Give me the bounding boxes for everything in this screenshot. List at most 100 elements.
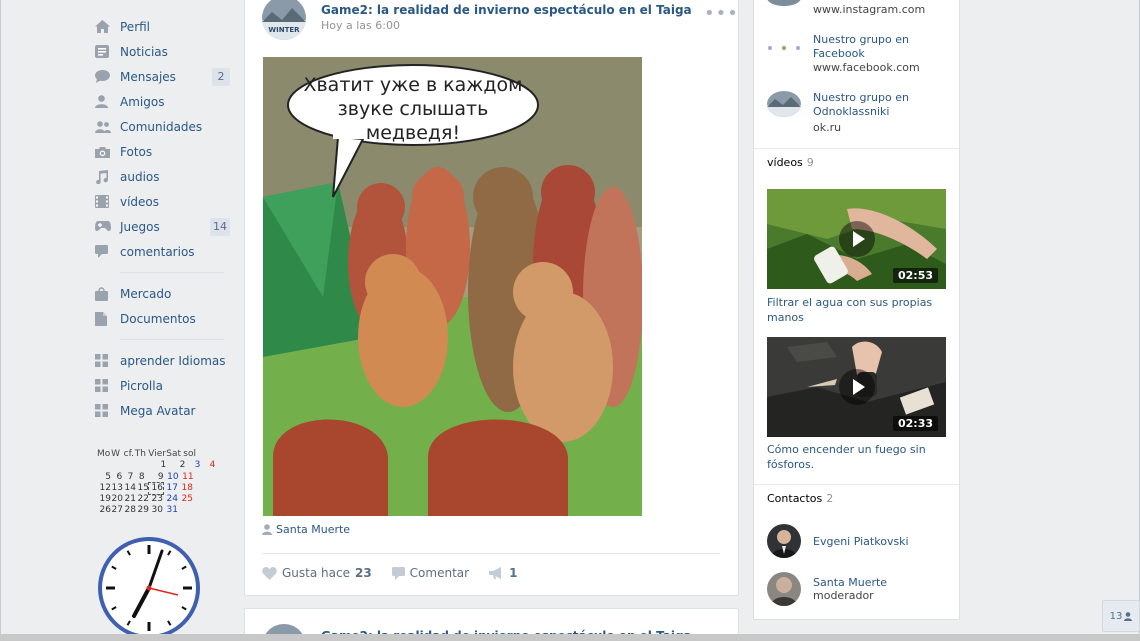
sidebar-item-aprender-idiomas[interactable]: aprender Idiomas	[88, 348, 238, 373]
calendar-day[interactable]: 28	[123, 505, 136, 516]
calendar-day[interactable]: 24	[163, 494, 178, 505]
calendar-day[interactable]: 6	[111, 472, 122, 483]
calendar-day[interactable]: 12	[97, 483, 111, 494]
odnoklassniki-link-title[interactable]: Nuestro grupo en Odnoklassniki	[813, 91, 943, 119]
calendar-day[interactable]: 4	[200, 460, 216, 471]
analog-clock	[98, 537, 200, 639]
post-timestamp[interactable]: Hoy a las 6:00	[321, 19, 400, 32]
like-button[interactable]: Gusta hace 23	[262, 566, 372, 580]
contact-avatar[interactable]	[767, 524, 801, 558]
calendar-week: 1 2 3 4	[97, 460, 215, 471]
calendar-day[interactable]: 30	[149, 505, 163, 516]
calendar-week: 12 13 14 15 16 17 18	[97, 481, 215, 496]
comment-label: Comentar	[409, 566, 470, 580]
videos-count: 9	[806, 156, 814, 169]
calendar-day[interactable]: 11	[179, 472, 193, 483]
sidebar-item-perfil[interactable]: Perfil	[88, 14, 238, 39]
calendar-day[interactable]: 26	[97, 505, 111, 516]
calendar-day[interactable]: 21	[123, 494, 136, 505]
odnoklassniki-link-image[interactable]	[767, 91, 801, 117]
right-column-divider	[753, 484, 960, 485]
sidebar-item-videos[interactable]: vídeos	[88, 189, 238, 214]
calendar-day[interactable]: 5	[97, 472, 111, 483]
post-actions: Gusta hace 23 Comentar 1	[262, 566, 537, 580]
calendar-day[interactable]: 17	[163, 483, 178, 494]
calendar-day[interactable]: 31	[163, 505, 178, 516]
contact-avatar[interactable]	[767, 572, 801, 606]
sidebar-item-noticias[interactable]: Noticias	[88, 39, 238, 64]
calendar-day[interactable]: 18	[178, 483, 193, 494]
calendar-day[interactable]: 7	[122, 472, 134, 483]
sidebar-item-audios[interactable]: audios	[88, 164, 238, 189]
home-icon	[88, 20, 120, 33]
calendar-day[interactable]: 23	[149, 494, 163, 505]
sidebar-item-mensajes[interactable]: Mensajes 2	[88, 64, 238, 89]
sidebar-item-mega-avatar[interactable]: Mega Avatar	[88, 398, 238, 423]
contact-item[interactable]: Evgeni Piatkovski	[767, 524, 909, 558]
calendar-day[interactable]: 10	[164, 472, 178, 483]
video-thumbnail[interactable]: 02:53	[767, 189, 946, 289]
sidebar-item-label: Mensajes	[120, 69, 176, 84]
app-grid-icon	[88, 354, 120, 367]
post-image[interactable]: Хватит уже в каждом звуке слышать медвед…	[263, 57, 642, 516]
sidebar-item-label: aprender Idiomas	[120, 353, 226, 368]
calendar-day-today[interactable]: 16	[148, 481, 164, 496]
calendar-day[interactable]: 22	[136, 494, 149, 505]
calendar-day[interactable]: 15	[136, 483, 149, 494]
instagram-link-url[interactable]: www.instagram.com	[813, 3, 925, 17]
chat-open-button[interactable]: 13	[1102, 600, 1140, 632]
videos-section-header[interactable]: vídeos 9	[767, 156, 814, 169]
play-icon[interactable]	[839, 369, 875, 405]
calendar-day[interactable]: 3	[185, 460, 201, 471]
horizontal-scrollbar[interactable]	[0, 634, 1140, 641]
post-signer-name: Santa Muerte	[276, 523, 351, 536]
games-count-badge: 14	[210, 218, 230, 236]
online-count: 13	[1109, 610, 1123, 622]
sidebar-item-mercado[interactable]: Mercado	[88, 281, 238, 306]
calendar-day[interactable]: 8	[133, 472, 145, 483]
calendar-day[interactable]: 2	[174, 460, 186, 471]
right-column-divider	[753, 148, 960, 149]
sidebar-item-fotos[interactable]: Fotos	[88, 139, 238, 164]
post-signer[interactable]: Santa Muerte	[262, 523, 350, 536]
post-more-menu-button[interactable]: •••	[704, 3, 739, 24]
facebook-link-image[interactable]	[767, 42, 801, 52]
calendar-day-header: Vier	[148, 449, 166, 459]
odnoklassniki-link-url[interactable]: ok.ru	[813, 121, 841, 135]
sidebar-item-amigos[interactable]: Amigos	[88, 89, 238, 114]
facebook-link-url[interactable]: www.facebook.com	[813, 61, 920, 75]
post-title-link[interactable]: Game2: la realidad de invierno espectácu…	[321, 3, 692, 17]
contact-item[interactable]: Santa Muerte moderador	[767, 572, 887, 606]
calendar-header-row: Mo W cf. Th Vier Sat sol	[97, 449, 215, 460]
sidebar-item-comunidades[interactable]: Comunidades	[88, 114, 238, 139]
like-count: 23	[354, 566, 372, 580]
calendar-day[interactable]: 27	[111, 505, 123, 516]
calendar-day[interactable]: 14	[123, 483, 136, 494]
calendar-day[interactable]: 20	[111, 494, 123, 505]
sidebar-item-label: Fotos	[120, 144, 153, 159]
video-thumbnail[interactable]: 02:33	[767, 337, 946, 437]
calendar-day[interactable]: 1	[155, 460, 166, 471]
sidebar-item-picrolla[interactable]: Picrolla	[88, 373, 238, 398]
share-button[interactable]: 1	[489, 566, 517, 580]
sidebar-item-documentos[interactable]: Documentos	[88, 306, 238, 331]
facebook-link-title[interactable]: Nuestro grupo en Facebook	[813, 33, 943, 61]
sidebar-item-label: vídeos	[120, 194, 160, 209]
calendar-day[interactable]: 13	[111, 483, 123, 494]
sidebar-item-label: Amigos	[120, 94, 165, 109]
contact-name[interactable]: Evgeni Piatkovski	[813, 535, 909, 548]
sidebar-item-label: Perfil	[120, 19, 151, 34]
calendar-day[interactable]: 9	[145, 472, 164, 483]
calendar-day[interactable]: 29	[136, 505, 149, 516]
contact-name[interactable]: Santa Muerte	[813, 576, 887, 589]
sidebar-item-comentarios[interactable]: comentarios	[88, 239, 238, 264]
video-title-link[interactable]: Cómo encender un fuego sin fósforos.	[767, 442, 947, 472]
calendar-day[interactable]: 25	[178, 494, 193, 505]
comment-button[interactable]: Comentar	[391, 566, 470, 580]
calendar-widget: Mo W cf. Th Vier Sat sol 1 2 3 4 5 6 7 8…	[97, 449, 215, 517]
sidebar-item-juegos[interactable]: Juegos 14	[88, 214, 238, 239]
calendar-day[interactable]: 19	[97, 494, 111, 505]
contacts-section-header[interactable]: Contactos 2	[767, 492, 833, 505]
video-title-link[interactable]: Filtrar el agua con sus propias manos	[767, 295, 947, 325]
play-icon[interactable]	[839, 221, 875, 257]
